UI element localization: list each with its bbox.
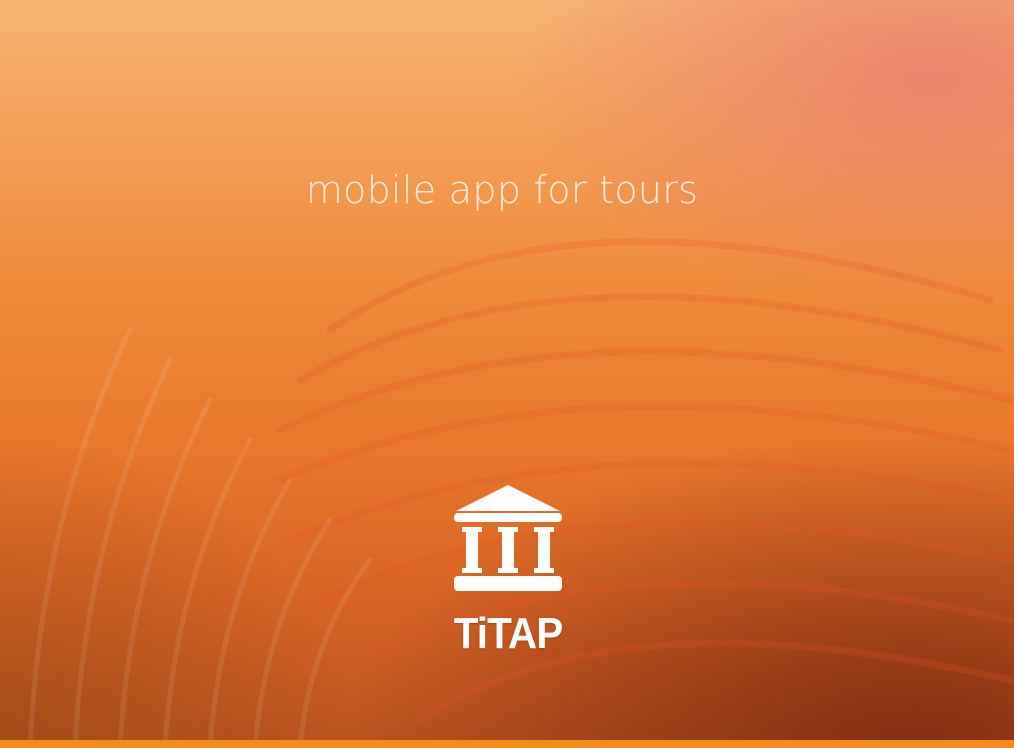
app-tagline: mobile app for tours <box>305 168 699 212</box>
museum-building-icon <box>454 485 562 591</box>
splash-screen: mobile app for tours TiTAP <box>0 0 1014 748</box>
bottom-accent-bar <box>0 740 1014 748</box>
brand-name: TiTAP <box>453 609 564 658</box>
